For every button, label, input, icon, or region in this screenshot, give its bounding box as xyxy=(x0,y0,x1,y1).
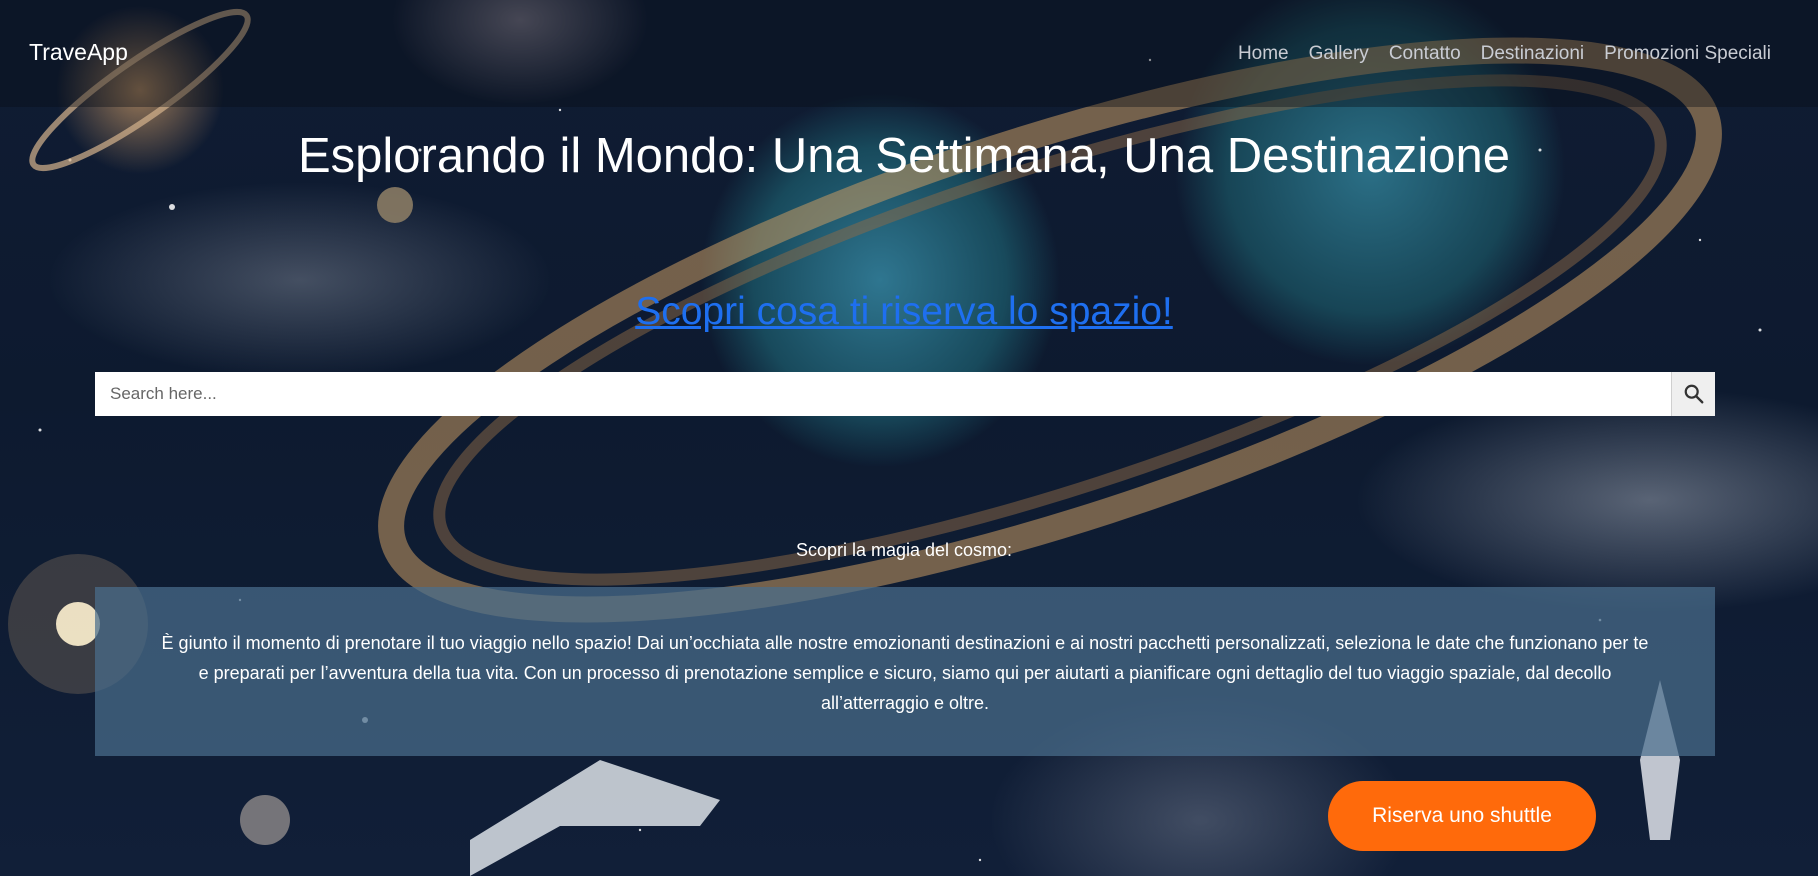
site-header: TraveApp Home Gallery Contatto Destinazi… xyxy=(0,0,1818,107)
search-bar xyxy=(95,372,1715,416)
search-button[interactable] xyxy=(1671,372,1715,416)
main-nav: Home Gallery Contatto Destinazioni Promo… xyxy=(1238,43,1771,65)
nav-item-home[interactable]: Home xyxy=(1238,43,1289,65)
brand-logo[interactable]: TraveApp xyxy=(29,39,128,66)
nav-item-promozioni-speciali[interactable]: Promozioni Speciali xyxy=(1604,43,1771,65)
search-icon xyxy=(1684,384,1703,404)
section-label: Scopri la magia del cosmo: xyxy=(795,540,1013,560)
info-text: È giunto il momento di prenotare il tuo … xyxy=(161,633,1649,713)
nav-item-contatto[interactable]: Contatto xyxy=(1389,43,1461,65)
book-shuttle-button[interactable]: Riserva uno shuttle xyxy=(1328,781,1596,851)
search-input[interactable] xyxy=(95,372,1671,416)
info-panel: È giunto il momento di prenotare il tuo … xyxy=(95,587,1715,756)
nav-item-gallery[interactable]: Gallery xyxy=(1309,43,1369,65)
page-title: Esplorando il Mondo: Una Settimana, Una … xyxy=(297,129,1511,183)
hero-link-container: Scopri cosa ti riserva lo spazio! xyxy=(0,290,1808,334)
discover-space-link[interactable]: Scopri cosa ti riserva lo spazio! xyxy=(635,290,1173,333)
nav-item-destinazioni[interactable]: Destinazioni xyxy=(1481,43,1585,65)
